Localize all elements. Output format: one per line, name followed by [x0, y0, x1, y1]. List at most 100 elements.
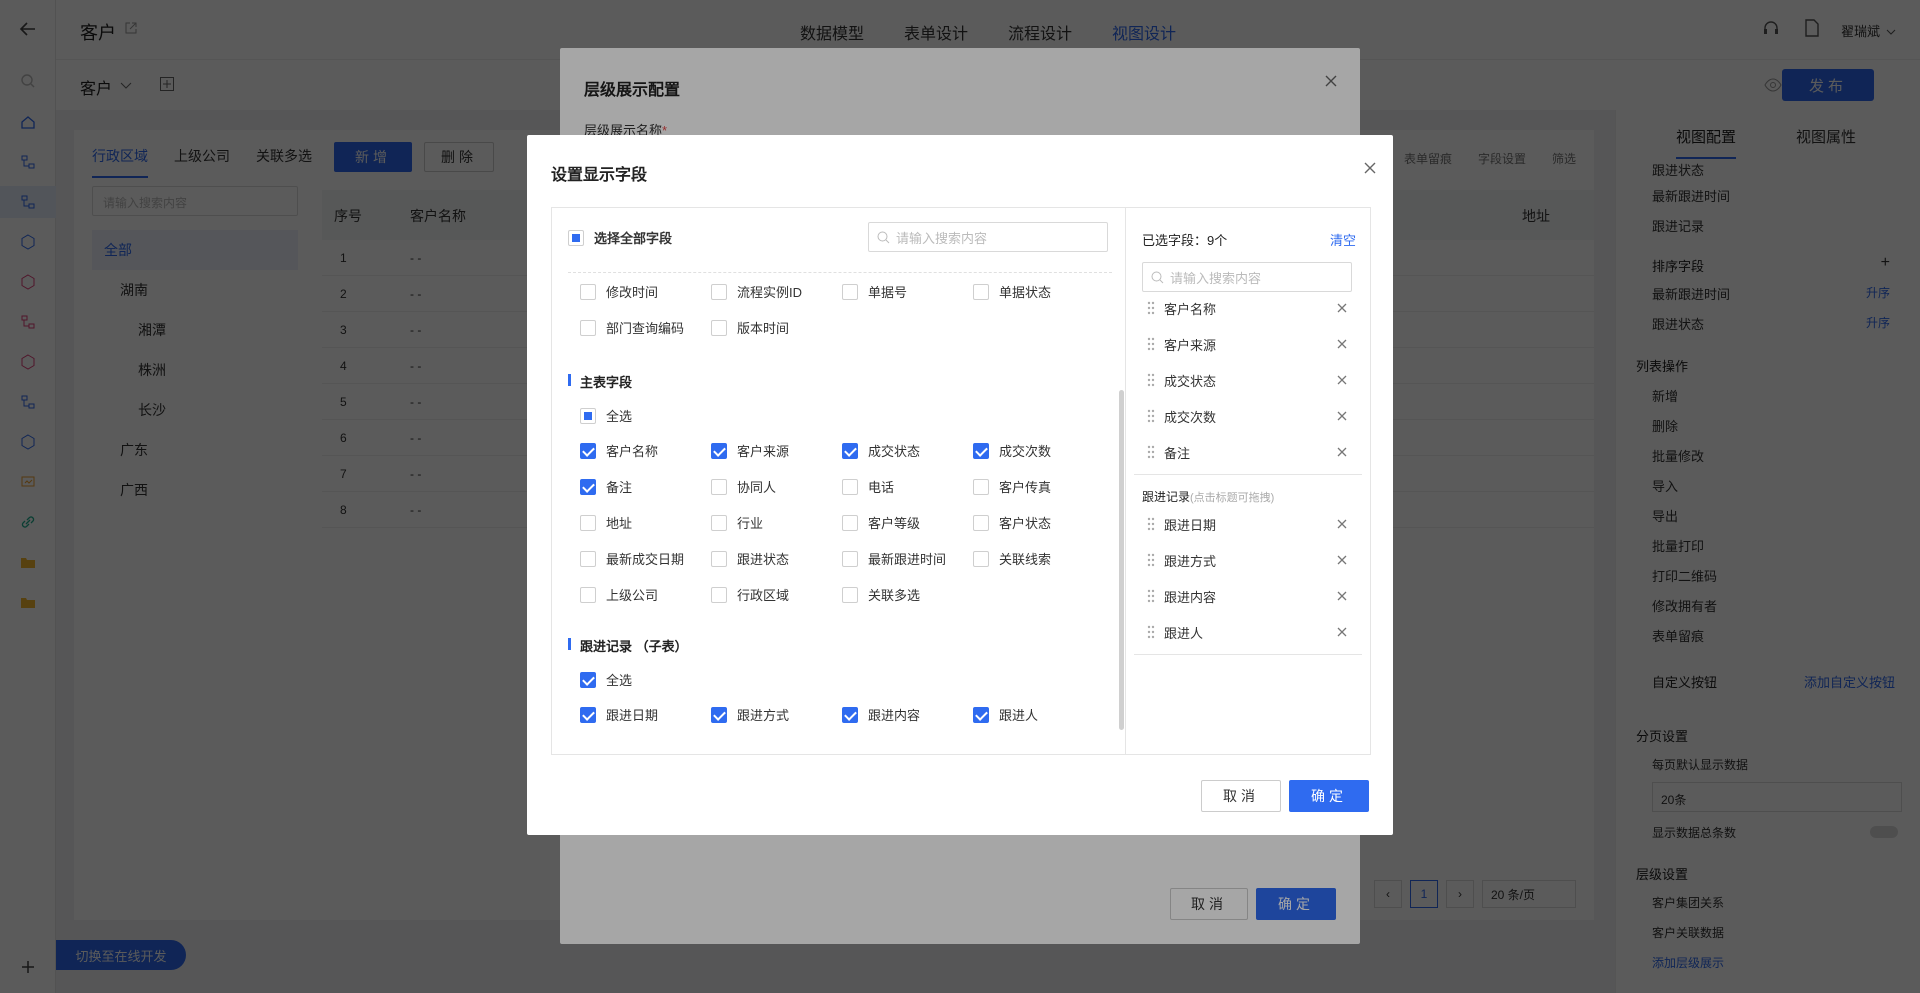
field-checkbox[interactable]	[580, 283, 596, 300]
field-checkbox[interactable]	[842, 706, 858, 723]
field-checkbox[interactable]	[580, 442, 596, 459]
field-checkbox[interactable]	[580, 671, 596, 688]
field-checkbox[interactable]	[973, 283, 989, 300]
field-option[interactable]: 跟进状态	[711, 549, 789, 568]
field-option[interactable]: 最新跟进时间	[842, 549, 946, 568]
field-option[interactable]: 单据号	[842, 282, 907, 301]
field-checkbox[interactable]	[842, 442, 858, 459]
field-option[interactable]: 单据状态	[973, 282, 1051, 301]
field-option[interactable]: 跟进人	[973, 705, 1038, 724]
field-checkbox[interactable]	[580, 478, 596, 495]
remove-icon[interactable]	[1336, 374, 1348, 386]
cancel-button[interactable]: 取消	[1201, 780, 1281, 812]
section-marker	[568, 374, 571, 386]
field-checkbox[interactable]	[580, 550, 596, 567]
field-checkbox[interactable]	[711, 442, 727, 459]
remove-icon[interactable]	[1336, 410, 1348, 422]
field-option[interactable]: 跟进日期	[580, 705, 658, 724]
field-checkbox[interactable]	[842, 550, 858, 567]
field-option[interactable]: 关联线索	[973, 549, 1051, 568]
field-checkbox[interactable]	[973, 514, 989, 531]
drag-handle-icon[interactable]	[1146, 445, 1156, 459]
field-option[interactable]: 修改时间	[580, 282, 658, 301]
field-checkbox[interactable]	[711, 586, 727, 603]
drag-handle-icon[interactable]	[1146, 337, 1156, 351]
selected-field-item[interactable]: 跟进人	[1134, 614, 1362, 650]
remove-icon[interactable]	[1336, 338, 1348, 350]
drag-handle-icon[interactable]	[1146, 517, 1156, 531]
field-checkbox[interactable]	[580, 586, 596, 603]
field-checkbox[interactable]	[580, 319, 596, 336]
field-checkbox[interactable]	[711, 319, 727, 336]
confirm-button[interactable]: 确定	[1289, 780, 1369, 812]
selected-search-input[interactable]: 请输入搜索内容	[1142, 262, 1352, 292]
field-checkbox[interactable]	[842, 586, 858, 603]
drag-handle-icon[interactable]	[1146, 301, 1156, 315]
field-checkbox[interactable]	[711, 478, 727, 495]
field-checkbox[interactable]	[973, 478, 989, 495]
field-option[interactable]: 电话	[842, 477, 894, 496]
field-checkbox[interactable]	[973, 550, 989, 567]
selected-field-item[interactable]: 备注	[1134, 434, 1362, 470]
drag-handle-icon[interactable]	[1146, 553, 1156, 567]
field-checkbox[interactable]	[711, 514, 727, 531]
field-checkbox[interactable]	[842, 514, 858, 531]
field-checkbox[interactable]	[842, 283, 858, 300]
selected-field-item[interactable]: 客户名称	[1134, 290, 1362, 326]
field-checkbox[interactable]	[711, 283, 727, 300]
field-option[interactable]: 版本时间	[711, 318, 789, 337]
remove-icon[interactable]	[1336, 302, 1348, 314]
drag-handle-icon[interactable]	[1146, 589, 1156, 603]
field-option[interactable]: 成交次数	[973, 441, 1051, 460]
selected-field-item[interactable]: 客户来源	[1134, 326, 1362, 362]
drag-handle-icon[interactable]	[1146, 373, 1156, 387]
drag-handle-icon[interactable]	[1146, 409, 1156, 423]
field-option[interactable]: 客户名称	[580, 441, 658, 460]
close-icon[interactable]	[1363, 161, 1377, 178]
scrollbar[interactable]	[1119, 390, 1124, 730]
field-option[interactable]: 流程实例ID	[711, 282, 802, 301]
drag-handle-icon[interactable]	[1146, 625, 1156, 639]
field-checkbox[interactable]	[842, 478, 858, 495]
field-option[interactable]: 关联多选	[842, 585, 920, 604]
selected-field-item[interactable]: 成交次数	[1134, 398, 1362, 434]
field-option[interactable]: 协同人	[711, 477, 776, 496]
field-option[interactable]: 备注	[580, 477, 632, 496]
main-select-all[interactable]: 全选	[580, 406, 632, 425]
field-checkbox[interactable]	[580, 407, 596, 424]
field-option[interactable]: 客户来源	[711, 441, 789, 460]
remove-icon[interactable]	[1336, 554, 1348, 566]
field-option[interactable]: 上级公司	[580, 585, 658, 604]
field-option[interactable]: 跟进内容	[842, 705, 920, 724]
selected-field-item[interactable]: 跟进方式	[1134, 542, 1362, 578]
remove-icon[interactable]	[1336, 446, 1348, 458]
field-option[interactable]: 地址	[580, 513, 632, 532]
field-checkbox[interactable]	[711, 706, 727, 723]
field-checkbox[interactable]	[580, 706, 596, 723]
field-checkbox[interactable]	[973, 442, 989, 459]
field-option[interactable]: 客户传真	[973, 477, 1051, 496]
field-checkbox[interactable]	[580, 514, 596, 531]
field-option[interactable]: 行业	[711, 513, 763, 532]
sub-group-title[interactable]: 跟进记录(点击标题可拖拽)	[1142, 488, 1274, 505]
selected-field-item[interactable]: 跟进内容	[1134, 578, 1362, 614]
field-option[interactable]: 部门查询编码	[580, 318, 684, 337]
select-all-checkbox[interactable]	[568, 229, 584, 246]
remove-icon[interactable]	[1336, 590, 1348, 602]
clear-link[interactable]: 清空	[1330, 230, 1356, 249]
field-option[interactable]: 客户等级	[842, 513, 920, 532]
field-checkbox[interactable]	[711, 550, 727, 567]
selected-field-item[interactable]: 跟进日期	[1134, 506, 1362, 542]
selected-field-item[interactable]: 成交状态	[1134, 362, 1362, 398]
field-option[interactable]: 客户状态	[973, 513, 1051, 532]
field-search-input[interactable]: 请输入搜索内容	[868, 222, 1108, 252]
field-option[interactable]: 行政区域	[711, 585, 789, 604]
remove-icon[interactable]	[1336, 518, 1348, 530]
field-option[interactable]: 最新成交日期	[580, 549, 684, 568]
remove-icon[interactable]	[1336, 626, 1348, 638]
sub-select-all[interactable]: 全选	[580, 670, 632, 689]
select-all-fields[interactable]: 选择全部字段	[568, 228, 672, 247]
field-option[interactable]: 跟进方式	[711, 705, 789, 724]
field-checkbox[interactable]	[973, 706, 989, 723]
field-option[interactable]: 成交状态	[842, 441, 920, 460]
